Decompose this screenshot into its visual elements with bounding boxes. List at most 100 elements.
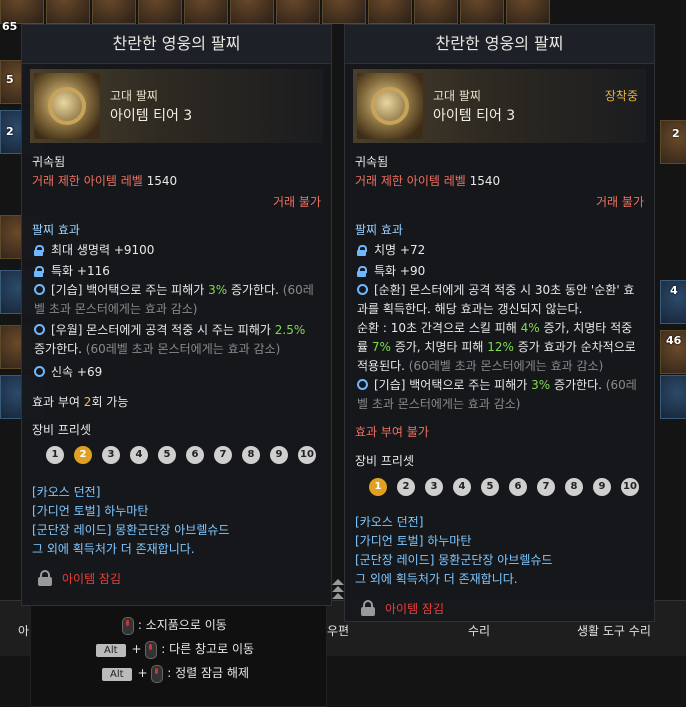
source-item: 그 외에 획득처가 더 존재합니다. — [32, 542, 195, 556]
preset-button[interactable]: 1 — [369, 478, 387, 496]
trade-level: 거래 제한 아이템 레벨 1540 — [355, 174, 501, 188]
preset-title: 장비 프리셋 — [355, 454, 415, 468]
inventory-slot[interactable] — [322, 0, 366, 24]
hint-move-other: Alt + : 다른 창고로 이동 — [96, 640, 254, 659]
item-lock[interactable]: 아이템 잠김 — [38, 570, 121, 587]
preset-button[interactable]: 9 — [593, 478, 611, 496]
bound-label: 귀속됨 — [355, 155, 389, 169]
padlock-icon — [38, 570, 52, 586]
alt-key: Alt — [96, 644, 126, 657]
inventory-slot[interactable] — [138, 0, 182, 24]
source-item[interactable]: [가디언 토벌] 하누마탄 — [32, 502, 229, 521]
bracelet-icon — [357, 73, 423, 139]
item-grade: 고대 팔찌 — [110, 89, 158, 103]
preset-button[interactable]: 8 — [565, 478, 583, 496]
item-header: 고대 팔찌 아이템 티어 3 — [30, 69, 323, 143]
slot-count-badge: 46 — [666, 334, 682, 347]
trade-status: 거래 불가 — [596, 195, 644, 209]
inventory-slot[interactable] — [92, 0, 136, 24]
tab-repair[interactable]: 수리 — [468, 622, 490, 639]
inventory-slot[interactable] — [46, 0, 90, 24]
preset-button[interactable]: 3 — [102, 446, 120, 464]
slot-count-badge: 65 — [2, 20, 18, 33]
preset-button[interactable]: 5 — [481, 478, 499, 496]
item-lock[interactable]: 아이템 잠김 — [361, 600, 444, 617]
bound-label: 귀속됨 — [32, 155, 66, 169]
tooltip-right: 찬란한 영웅의 팔찌 고대 팔찌 아이템 티어 3 장착중 귀속됨 거래 제한 … — [344, 24, 655, 622]
trade-level: 거래 제한 아이템 레벨 1540 — [32, 174, 178, 188]
tooltip-left: 찬란한 영웅의 팔찌 고대 팔찌 아이템 티어 3 귀속됨 거래 제한 아이템 … — [21, 24, 332, 606]
inventory-slot[interactable] — [414, 0, 458, 24]
item-header: 고대 팔찌 아이템 티어 3 장착중 — [353, 69, 646, 143]
lock-icon — [34, 266, 44, 277]
effect-swirl-icon — [34, 366, 45, 377]
effect-title: 팔찌 효과 — [355, 223, 403, 237]
preset-button[interactable]: 10 — [621, 478, 639, 496]
effect-cycle: [순환] 몬스터에게 공격 적중 시 30초 동안 '순환' 효 과를 획득한다… — [357, 283, 636, 373]
source-item: 그 외에 획득처가 더 존재합니다. — [355, 572, 518, 586]
preset-button[interactable]: 6 — [509, 478, 527, 496]
preset-button[interactable]: 8 — [242, 446, 260, 464]
preset-button[interactable]: 7 — [214, 446, 232, 464]
effect-swirl-icon — [34, 324, 45, 335]
preset-button[interactable]: 3 — [425, 478, 443, 496]
mouse-right-icon — [151, 664, 164, 683]
slot-count-badge: 5 — [6, 73, 14, 86]
source-item[interactable]: [카오스 던전] — [32, 483, 229, 502]
inventory-slot[interactable] — [506, 0, 550, 24]
effect-ambush: [기습] 백어택으로 주는 피해가 3% 증가한다. (60레 벨 초과 몬스터… — [357, 378, 637, 411]
preset-button[interactable]: 4 — [130, 446, 148, 464]
effect-swirl-icon — [357, 284, 368, 295]
stat-row: 특화 +90 — [357, 262, 425, 279]
source-list: [카오스 던전] [가디언 토벌] 하누마탄 [군단장 레이드] 몽환군단장 아… — [32, 483, 229, 559]
tab-mail[interactable]: 우편 — [327, 622, 349, 639]
source-item[interactable]: [카오스 던전] — [355, 513, 552, 532]
item-tier: 아이템 티어 3 — [110, 108, 193, 124]
preset-button[interactable]: 4 — [453, 478, 471, 496]
lock-icon — [357, 266, 367, 277]
preset-button[interactable]: 10 — [298, 446, 316, 464]
stat-row: 치명 +72 — [357, 241, 425, 258]
scroll-arrows-icon[interactable] — [331, 578, 345, 618]
slot-count-badge: 4 — [670, 284, 678, 297]
item-tier: 아이템 티어 3 — [433, 108, 516, 124]
lock-icon — [34, 245, 44, 256]
source-item[interactable]: [가디언 토벌] 하누마탄 — [355, 532, 552, 551]
stat-row: 특화 +116 — [34, 262, 110, 279]
effect-title: 팔찌 효과 — [32, 223, 80, 237]
item-title: 찬란한 영웅의 팔찌 — [22, 25, 331, 64]
inventory-slot[interactable] — [230, 0, 274, 24]
preset-button[interactable]: 1 — [46, 446, 64, 464]
effect-swirl-icon — [34, 284, 45, 295]
hint-move: : 소지품으로 이동 — [122, 616, 227, 635]
source-item[interactable]: [군단장 레이드] 몽환군단장 아브렐슈드 — [355, 551, 552, 570]
tab-life-tool-repair[interactable]: 생활 도구 수리 — [577, 622, 651, 639]
source-item[interactable]: [군단장 레이드] 몽환군단장 아브렐슈드 — [32, 521, 229, 540]
stat-row: 최대 생명력 +9100 — [34, 241, 154, 258]
equipped-badge: 장착중 — [604, 89, 638, 103]
inventory-slot[interactable] — [276, 0, 320, 24]
preset-button[interactable]: 9 — [270, 446, 288, 464]
hint-unlock: Alt + : 정렬 잠금 해제 — [102, 664, 249, 683]
inventory-slot[interactable] — [368, 0, 412, 24]
preset-button[interactable]: 2 — [397, 478, 415, 496]
preset-button[interactable]: 2 — [74, 446, 92, 464]
inventory-slot[interactable] — [184, 0, 228, 24]
effect-grant: 효과 부여 2회 가능 — [32, 395, 129, 409]
effect-grant: 효과 부여 불가 — [355, 425, 429, 439]
preset-button[interactable]: 7 — [537, 478, 555, 496]
trade-status: 거래 불가 — [273, 195, 321, 209]
effect-ambush: [기습] 백어택으로 주는 피해가 3% 증가한다. (60레 벨 초과 몬스터… — [34, 283, 314, 316]
inventory-slot[interactable] — [460, 0, 504, 24]
slot-count-badge: 2 — [672, 127, 680, 140]
preset-button[interactable]: 6 — [186, 446, 204, 464]
slot-count-badge: 2 — [6, 125, 14, 138]
preset-title: 장비 프리셋 — [32, 423, 92, 437]
inventory-slot[interactable] — [660, 375, 686, 419]
preset-button[interactable]: 5 — [158, 446, 176, 464]
item-grade: 고대 팔찌 — [433, 89, 481, 103]
mouse-right-icon — [145, 640, 158, 659]
effect-swirl-icon — [357, 379, 368, 390]
preset-list: 1 2 3 4 5 6 7 8 9 10 — [46, 446, 316, 464]
item-title: 찬란한 영웅의 팔찌 — [345, 25, 654, 64]
